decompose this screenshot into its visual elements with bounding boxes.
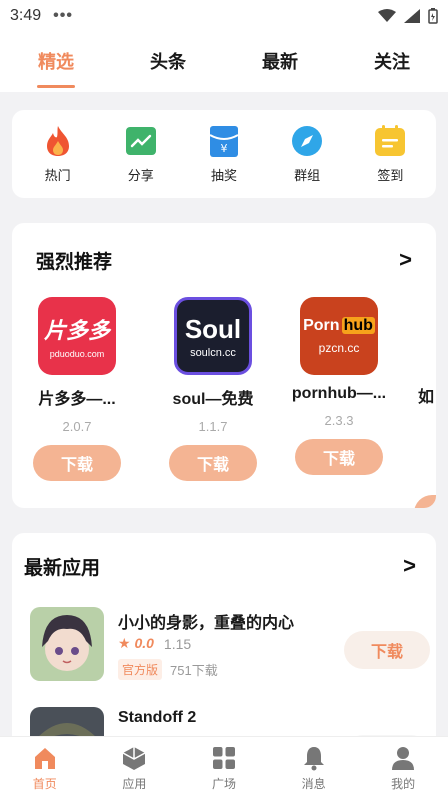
status-time: 3:49 <box>10 7 42 24</box>
app-version: 2.0.7 <box>62 419 92 434</box>
nav-apps[interactable]: 应用 <box>90 737 180 800</box>
latest-apps-card: 最新应用 > 小小的身影，重叠的内心 ★ 0.0 1.15 官方版 751下载 … <box>12 533 436 753</box>
nav-profile[interactable]: 我的 <box>358 737 448 800</box>
chart-icon <box>125 125 157 157</box>
battery-icon <box>428 8 438 24</box>
grid-icon <box>212 747 235 769</box>
download-button[interactable]: 下载 <box>169 445 257 481</box>
nav-square[interactable]: 广场 <box>179 737 269 800</box>
nav-profile-label: 我的 <box>391 777 416 791</box>
recommended-title: 强烈推荐 <box>36 251 113 273</box>
status-bar: 3:49 ••• <box>0 0 448 32</box>
latest-more-icon[interactable]: > <box>403 553 416 579</box>
quick-item-hot[interactable]: 热门 <box>23 125 93 184</box>
home-icon <box>34 748 55 769</box>
quick-item-share[interactable]: 分享 <box>106 125 176 184</box>
compass-icon <box>291 125 323 157</box>
app-name: soul—免费 <box>172 391 254 408</box>
app-card-soul[interactable]: Soul soulcn.cc soul—免费 1.1.7 下载 <box>158 297 268 481</box>
quick-item-groups[interactable]: 群组 <box>272 125 342 184</box>
nav-home[interactable]: 首页 <box>0 737 90 800</box>
recommended-card: 强烈推荐 > 片多多 pduoduo.com 片多多—... 2.0.7 下载 … <box>12 223 436 508</box>
cube-icon <box>123 747 146 770</box>
quick-item-checkin[interactable]: 签到 <box>355 124 425 184</box>
tab-headlines[interactable]: 头条 <box>112 32 224 92</box>
list-item[interactable]: 小小的身影，重叠的内心 ★ 0.0 1.15 官方版 751下载 下载 <box>30 607 430 687</box>
download-count: 751下载 <box>170 663 218 678</box>
svg-text:¥: ¥ <box>220 142 227 155</box>
signal-icon <box>404 9 420 23</box>
bottom-nav: 首页 应用 广场 消息 我的 <box>0 736 448 800</box>
app-version: 1.1.7 <box>198 419 228 434</box>
quick-item-lottery[interactable]: ¥ 抽奖 <box>189 125 259 184</box>
quick-label-groups: 群组 <box>294 167 321 183</box>
app-title: 小小的身影，重叠的内心 <box>118 615 295 632</box>
app-version: 1.15 <box>163 635 192 652</box>
wifi-icon <box>378 9 396 22</box>
top-tabs: 精选 头条 最新 关注 <box>0 32 448 92</box>
nav-messages-label: 消息 <box>301 777 326 791</box>
latest-title: 最新应用 <box>24 557 101 579</box>
app-logo-pornhub: Porn hub pzcn.cc <box>300 297 378 375</box>
tab-featured[interactable]: 精选 <box>0 32 112 92</box>
user-icon <box>392 747 415 770</box>
nav-square-label: 广场 <box>211 777 236 791</box>
notification-dots: ••• <box>53 7 73 24</box>
quick-entry-card: 热门 分享 ¥ 抽奖 群组 签到 <box>12 110 436 198</box>
bell-icon <box>303 747 324 771</box>
quick-label-hot: 热门 <box>44 167 71 183</box>
quick-label-lottery: 抽奖 <box>210 167 237 183</box>
download-button[interactable]: 下载 <box>344 631 430 669</box>
official-tag: 官方版 <box>118 659 163 680</box>
app-version: 2.3.3 <box>324 413 354 428</box>
nav-home-label: 首页 <box>32 777 57 791</box>
app-logo-pianduoduo: 片多多 pduoduo.com <box>38 297 116 375</box>
app-name: pornhub—... <box>291 385 387 402</box>
download-button[interactable]: 下载 <box>33 445 121 481</box>
rating: ★ 0.0 <box>118 635 154 651</box>
app-logo-soul: Soul soulcn.cc <box>174 297 252 375</box>
nav-messages[interactable]: 消息 <box>269 737 359 800</box>
calendar-icon <box>374 124 406 157</box>
quick-label-share: 分享 <box>127 167 154 183</box>
app-name: 片多多—... <box>38 391 116 408</box>
app-card-pianduoduo[interactable]: 片多多 pduoduo.com 片多多—... 2.0.7 下载 <box>22 297 132 481</box>
download-button[interactable]: 下载 <box>295 439 383 475</box>
recommended-more-icon[interactable]: > <box>399 247 412 273</box>
download-button-peek[interactable] <box>414 495 436 508</box>
app-title: Standoff 2 <box>118 709 197 726</box>
fire-icon <box>42 125 74 157</box>
tab-newest[interactable]: 最新 <box>224 32 336 92</box>
app-card-pornhub[interactable]: Porn hub pzcn.cc pornhub—... 2.3.3 下载 <box>284 297 394 475</box>
quick-label-checkin: 签到 <box>377 167 404 183</box>
nav-apps-label: 应用 <box>122 777 147 791</box>
app-name-peek: 如 <box>418 389 435 406</box>
gift-icon: ¥ <box>208 125 240 157</box>
tab-following[interactable]: 关注 <box>336 32 448 92</box>
app-thumbnail <box>30 607 104 681</box>
